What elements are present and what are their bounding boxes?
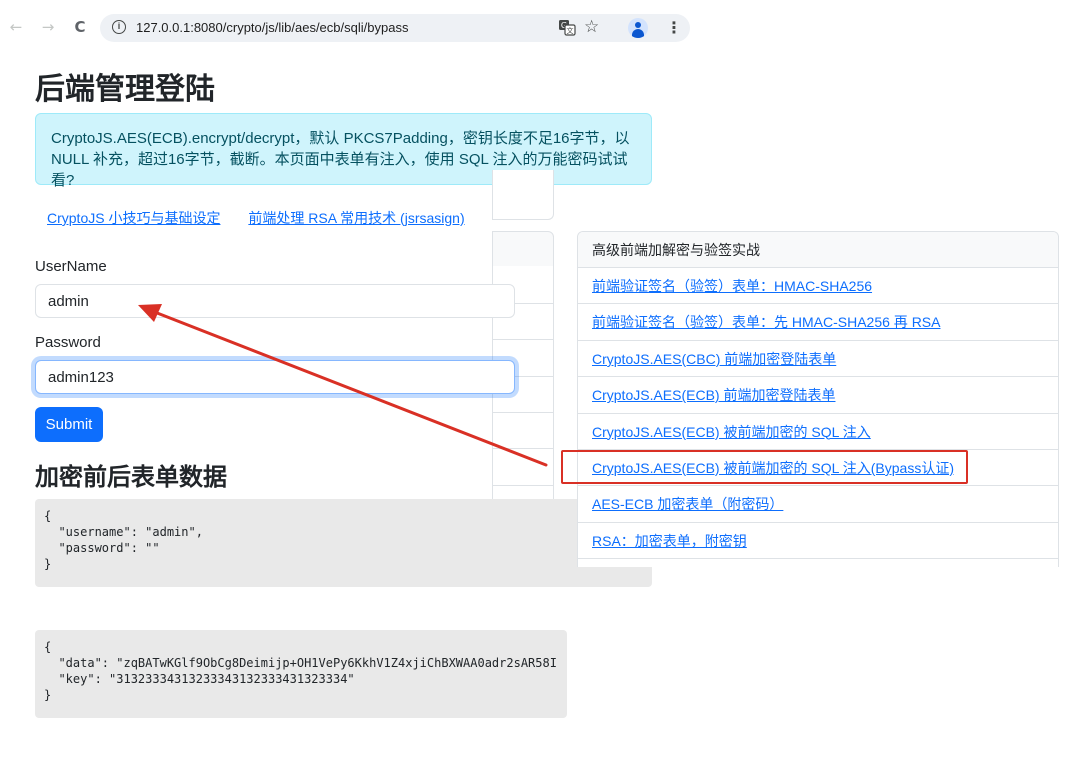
panel-link-aes-ecb-sqli[interactable]: CryptoJS.AES(ECB) 被前端加密的 SQL 注入 [592, 424, 871, 440]
list-item[interactable]: 前端验证签名（验签）表单：HMAC-SHA256 [578, 268, 1058, 305]
panel-link-rsa-form[interactable]: RSA：加密表单，附密钥 [592, 533, 747, 549]
background-row-divider [492, 412, 554, 413]
address-bar[interactable]: i 127.0.0.1:8080/crypto/js/lib/aes/ecb/s… [100, 14, 690, 42]
top-links: CryptoJS 小技巧与基础设定 前端处理 RSA 常用技术 (jsrsasi… [47, 208, 489, 228]
svg-text:文: 文 [567, 26, 574, 35]
list-item[interactable]: AES-ECB 加密表单（附密码） [578, 486, 1058, 523]
profile-avatar-icon[interactable] [628, 18, 648, 38]
submit-button[interactable]: Submit [35, 407, 103, 442]
panel-link-hmac-rsa[interactable]: 前端验证签名（验签）表单：先 HMAC-SHA256 再 RSA [592, 314, 940, 330]
advanced-crypto-panel: 高级前端加解密与验签实战 前端验证签名（验签）表单：HMAC-SHA256 前端… [577, 231, 1059, 567]
list-item[interactable]: CryptoJS.AES(CBC) 前端加密登陆表单 [578, 341, 1058, 378]
translate-icon[interactable]: G 文 [558, 19, 576, 36]
list-item[interactable]: RSA：加密表单，附密钥 [578, 523, 1058, 560]
link-cryptojs-tips[interactable]: CryptoJS 小技巧与基础设定 [47, 210, 220, 226]
password-input[interactable] [35, 360, 515, 394]
username-input[interactable] [35, 284, 515, 318]
back-icon[interactable]: ← [8, 17, 24, 37]
panel-link-aes-cbc[interactable]: CryptoJS.AES(CBC) 前端加密登陆表单 [592, 351, 836, 367]
more-menu-icon[interactable]: ⋮ [666, 18, 682, 37]
form-data-title: 加密前后表单数据 [35, 464, 227, 491]
post-encryption-json: { "data": "zqBATwKGlf9ObCg8Deimijp+OH1Ve… [35, 630, 567, 718]
site-info-icon[interactable]: i [112, 20, 126, 34]
info-alert: CryptoJS.AES(ECB).encrypt/decrypt，默认 PKC… [35, 113, 652, 189]
pre-encryption-json: { "username": "admin", "password": "" } [35, 499, 652, 587]
panel-link-aes-ecb-form[interactable]: AES-ECB 加密表单（附密码） [592, 496, 783, 512]
highlight-box [561, 450, 968, 484]
list-item[interactable]: CryptoJS.AES(ECB) 被前端加密的 SQL 注入 [578, 414, 1058, 450]
browser-toolbar: ← → C i 127.0.0.1:8080/crypto/js/lib/aes… [0, 0, 690, 56]
panel-link-aes-ecb[interactable]: CryptoJS.AES(ECB) 前端加密登陆表单 [592, 387, 835, 403]
panel-link-hmac-sha256[interactable]: 前端验证签名（验签）表单：HMAC-SHA256 [592, 278, 872, 294]
password-label: Password [35, 334, 101, 351]
background-list-header [492, 231, 554, 267]
panel-header: 高级前端加解密与验签实战 [578, 232, 1058, 268]
background-card [492, 170, 554, 220]
username-label: UserName [35, 258, 107, 275]
page-title: 后端管理登陆 [35, 73, 215, 106]
bookmark-star-icon[interactable]: ☆ [584, 17, 599, 37]
list-item[interactable]: 前端验证签名（验签）表单：先 HMAC-SHA256 再 RSA [578, 304, 1058, 341]
forward-icon[interactable]: → [40, 17, 56, 37]
reload-icon[interactable]: C [72, 17, 88, 37]
background-row-divider [492, 485, 554, 486]
background-row-divider [492, 339, 554, 340]
link-rsa-jsrsasign[interactable]: 前端处理 RSA 常用技术 (jsrsasign) [248, 210, 464, 226]
list-item[interactable]: CryptoJS.AES(ECB) 前端加密登陆表单 [578, 377, 1058, 414]
background-row-divider [492, 448, 554, 449]
url-text[interactable]: 127.0.0.1:8080/crypto/js/lib/aes/ecb/sql… [136, 20, 408, 35]
